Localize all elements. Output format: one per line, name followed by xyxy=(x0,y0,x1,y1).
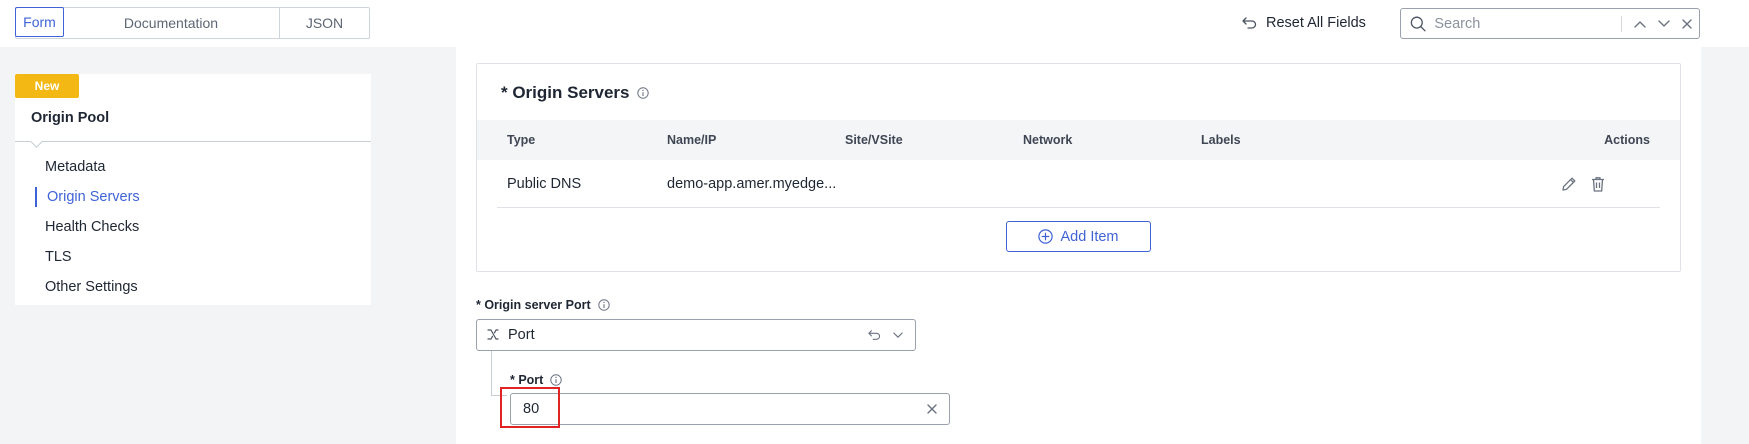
search-clear-button[interactable] xyxy=(1675,11,1699,37)
nav-caret xyxy=(30,135,43,148)
column-header-network: Network xyxy=(1023,133,1073,147)
cell-name-ip: demo-app.amer.myedge... xyxy=(667,175,837,192)
info-icon[interactable] xyxy=(636,87,649,99)
column-header-labels: Labels xyxy=(1201,133,1241,147)
nav-item-origin-servers[interactable]: Origin Servers xyxy=(15,182,371,212)
add-item-button[interactable]: Add Item xyxy=(1006,221,1151,252)
search-divider xyxy=(1621,15,1623,32)
column-header-name-ip: Name/IP xyxy=(667,133,717,147)
tab-form[interactable]: Form xyxy=(15,7,64,37)
nav-item-health-checks[interactable]: Health Checks xyxy=(15,212,371,242)
search-next-button[interactable] xyxy=(1652,11,1676,37)
column-header-type: Type xyxy=(507,133,536,147)
object-title: Origin Pool xyxy=(31,110,110,126)
column-header-actions: Actions xyxy=(1604,133,1650,147)
nav-item-metadata[interactable]: Metadata xyxy=(15,152,371,182)
port-select-value: Port xyxy=(508,327,535,343)
chevron-down-icon[interactable] xyxy=(893,331,903,339)
port-field xyxy=(510,393,950,425)
search-previous-button[interactable] xyxy=(1628,11,1652,37)
form-panel: * Origin Servers Type Name/IP Site/VSite… xyxy=(456,47,1701,444)
column-header-site-vsite: Site/VSite xyxy=(845,133,903,147)
reset-all-fields-button[interactable]: Reset All Fields xyxy=(1241,12,1366,34)
view-mode-tabs: Form Documentation JSON xyxy=(15,7,370,39)
branch-icon xyxy=(487,329,499,340)
new-badge: New xyxy=(15,74,79,98)
top-toolbar: Form Documentation JSON Reset All Fields xyxy=(0,0,1749,47)
nav-divider xyxy=(15,141,371,142)
trash-icon[interactable] xyxy=(1589,175,1607,193)
cell-type: Public DNS xyxy=(507,175,582,192)
tree-connector xyxy=(491,351,492,395)
nav-list: Metadata Origin Servers Health Checks TL… xyxy=(15,152,371,302)
origin-server-port-label: * Origin server Port xyxy=(476,298,610,312)
tab-json[interactable]: JSON xyxy=(280,8,369,38)
port-input[interactable] xyxy=(511,394,927,424)
port-label-text: * Port xyxy=(510,373,544,387)
table-header: Type Name/IP Site/VSite Network Labels A… xyxy=(477,120,1680,160)
table-row[interactable]: Public DNS demo-app.amer.myedge... xyxy=(497,160,1660,208)
nav-item-other-settings[interactable]: Other Settings xyxy=(15,272,371,302)
info-icon[interactable] xyxy=(597,299,610,311)
port-label: * Port xyxy=(510,373,563,387)
close-icon[interactable] xyxy=(927,404,937,414)
tree-connector-branch xyxy=(491,395,507,396)
search-box xyxy=(1400,8,1700,39)
origin-server-port-select[interactable]: Port xyxy=(476,319,916,351)
edit-icon[interactable] xyxy=(1560,175,1578,193)
search-input[interactable] xyxy=(1426,9,1622,38)
origin-servers-section: * Origin Servers Type Name/IP Site/VSite… xyxy=(476,63,1681,272)
reset-icon xyxy=(1242,17,1257,29)
chevron-up-icon xyxy=(1634,20,1646,28)
section-navigation: New Origin Pool Metadata Origin Servers … xyxy=(15,74,371,305)
tab-documentation[interactable]: Documentation xyxy=(63,8,280,38)
info-icon[interactable] xyxy=(550,374,563,386)
search-icon xyxy=(1410,16,1426,31)
section-title: * Origin Servers xyxy=(501,83,649,103)
reset-all-fields-label: Reset All Fields xyxy=(1266,15,1366,31)
reset-icon[interactable] xyxy=(867,329,881,341)
close-icon xyxy=(1682,18,1692,29)
nav-item-tls[interactable]: TLS xyxy=(15,242,371,272)
origin-server-port-label-text: * Origin server Port xyxy=(476,298,591,312)
chevron-down-icon xyxy=(1657,19,1670,27)
origin-servers-title: * Origin Servers xyxy=(501,83,630,102)
plus-circle-icon xyxy=(1038,229,1054,244)
add-item-label: Add Item xyxy=(1060,228,1119,245)
